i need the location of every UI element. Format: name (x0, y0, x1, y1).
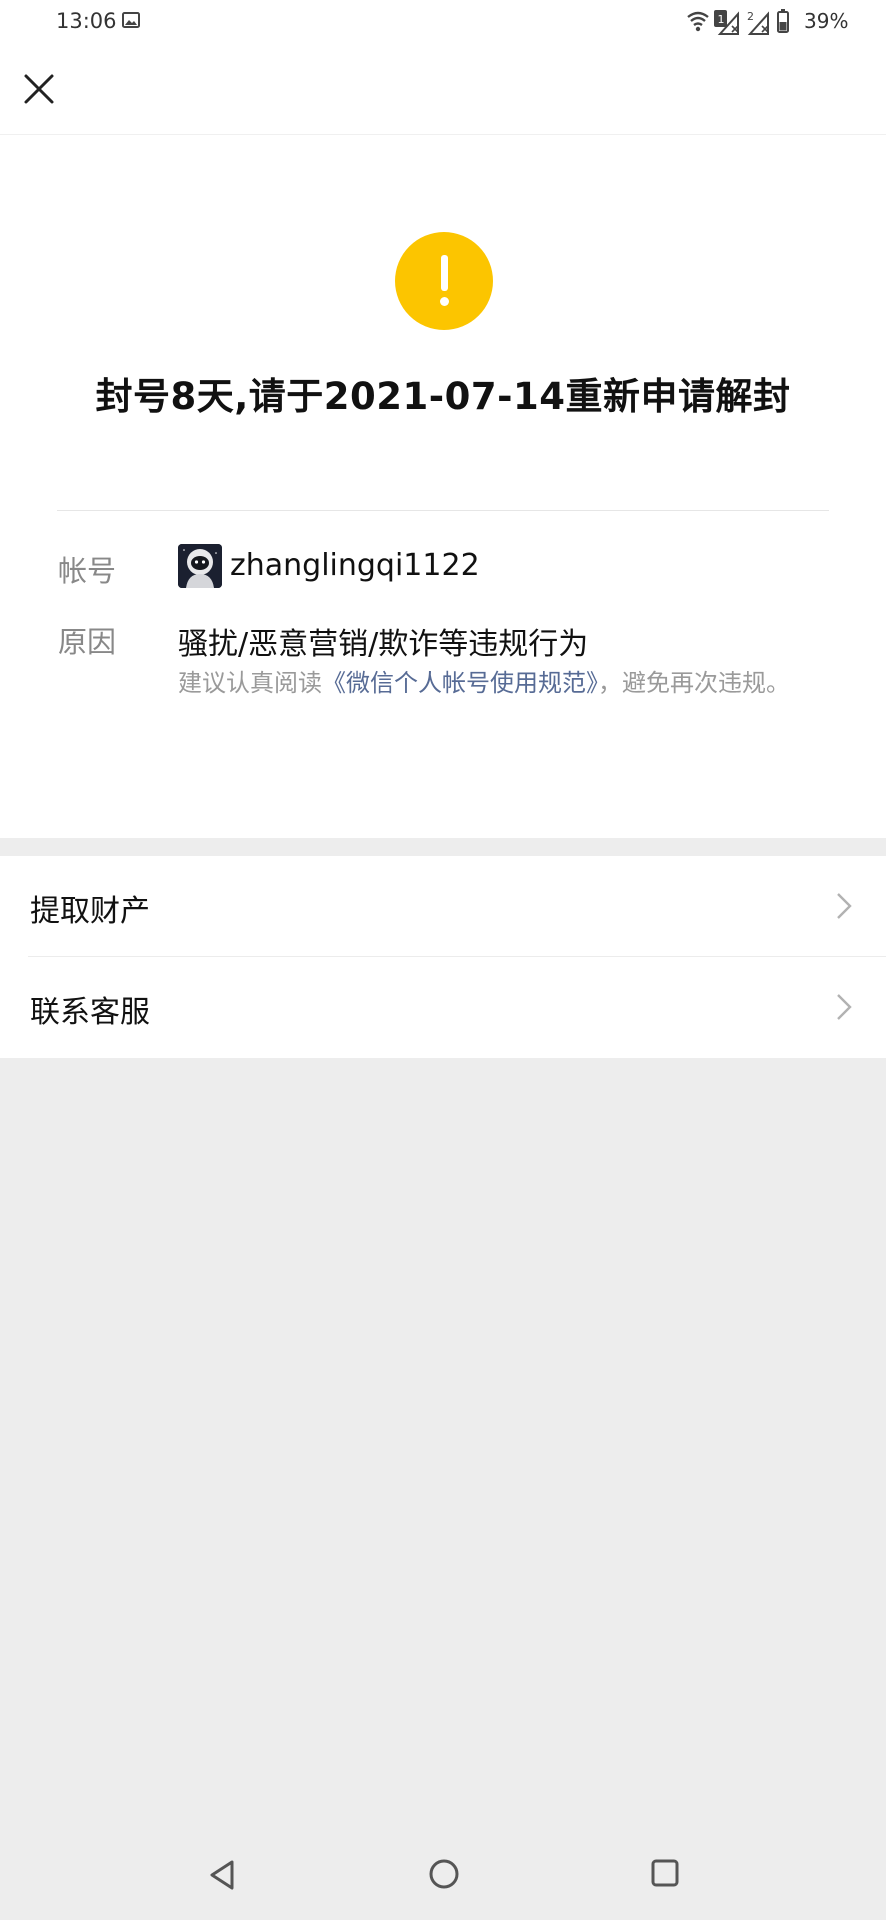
note-suffix: ，避免再次违规。 (598, 669, 790, 697)
sim2-icon: 2 (747, 10, 754, 23)
note-prefix: 建议认真阅读 (178, 669, 322, 697)
page-title: 封号8天,请于2021-07-14重新申请解封 (95, 375, 791, 418)
system-nav-bar (0, 1840, 886, 1920)
exclamation-icon (395, 232, 493, 330)
section-divider (57, 510, 829, 511)
home-icon[interactable] (428, 1858, 460, 1890)
chevron-right-icon (837, 994, 852, 1020)
close-icon[interactable] (20, 70, 58, 108)
reason-label: 原因 (58, 625, 117, 659)
action-list: 提取财产 联系客服 (0, 856, 886, 1058)
chevron-right-icon (837, 893, 852, 919)
wifi-icon (687, 11, 709, 32)
battery-percent: 39% (804, 9, 849, 33)
list-item-label: 联系客服 (30, 995, 150, 1030)
account-name: zhanglingqi1122 (230, 548, 480, 583)
status-bar: 13:06 1 2 39% (0, 0, 886, 44)
back-icon[interactable] (206, 1858, 238, 1892)
recents-icon[interactable] (650, 1858, 680, 1888)
rules-note: 建议认真阅读《微信个人帐号使用规范》，避免再次违规。 (178, 666, 818, 701)
main-panel: 13:06 1 2 39% 封号8天,请于2021-07-14重新申请解封 帐号… (0, 0, 886, 838)
header-divider (0, 134, 886, 135)
status-time: 13:06 (56, 9, 117, 33)
battery-icon (777, 9, 789, 33)
account-label: 帐号 (58, 554, 117, 588)
sim1-icon: 1 (714, 10, 727, 27)
gallery-icon (122, 12, 140, 28)
svg-text:2: 2 (747, 10, 754, 23)
list-item-label: 提取财产 (30, 894, 150, 929)
avatar (178, 544, 222, 588)
rules-link[interactable]: 《微信个人帐号使用规范》 (322, 669, 598, 697)
list-item-contact-support[interactable]: 联系客服 (0, 957, 886, 1057)
signal-icons: 1 2 (687, 9, 789, 35)
list-item-withdraw-assets[interactable]: 提取财产 (0, 856, 886, 957)
reason-text: 骚扰/恶意营销/欺诈等违规行为 (178, 627, 589, 662)
svg-text:1: 1 (718, 13, 725, 26)
